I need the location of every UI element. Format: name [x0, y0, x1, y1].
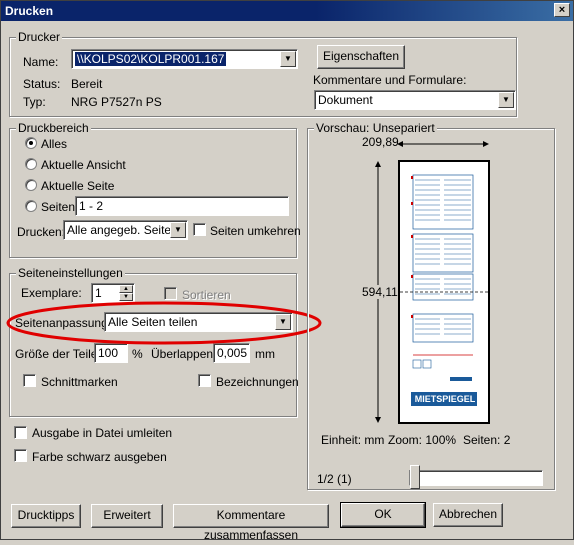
- labels-label: Bezeichnungen: [216, 375, 299, 389]
- print-to-file-checkbox[interactable]: [14, 426, 27, 439]
- annotation-ellipse: [6, 301, 322, 345]
- copies-label: Exemplare:: [21, 286, 82, 300]
- type-value: NRG P7527n PS: [71, 95, 162, 109]
- page-indicator: 1/2 (1): [317, 472, 352, 486]
- tile-size-label: Größe der Teile:: [15, 347, 101, 361]
- chevron-down-icon[interactable]: ▼: [280, 51, 296, 67]
- printer-name-value: \\KOLPS02\KOLPR001.167: [75, 52, 227, 66]
- preview-unit: Einheit: mm: [321, 433, 385, 447]
- advanced-button[interactable]: Erweitert: [91, 504, 163, 528]
- reverse-pages-checkbox[interactable]: [193, 223, 206, 236]
- preview-pages: Seiten: 2: [463, 433, 511, 447]
- printer-name-label: Name:: [23, 55, 59, 69]
- summarize-comments-button[interactable]: Kommentare zusammenfassen: [173, 504, 329, 542]
- preview-legend: Vorschau: Unsepariert: [314, 121, 437, 135]
- pages-value: 1 - 2: [79, 199, 104, 213]
- overlap-label: Überlappen:: [151, 347, 217, 361]
- print-subset-select[interactable]: Alle angegeb. Seiten ▼: [63, 220, 188, 240]
- print-dialog: Drucken × Drucker Name: \\KOLPS02\KOLPR0…: [0, 0, 574, 542]
- close-icon: ×: [558, 4, 566, 16]
- preview-zoom: Zoom: 100%: [388, 433, 457, 447]
- radio-all[interactable]: [25, 137, 37, 149]
- printer-legend: Drucker: [16, 30, 63, 44]
- page-settings-legend: Seiteneinstellungen: [16, 266, 125, 280]
- pages-input[interactable]: 1 - 2: [75, 196, 289, 216]
- radio-pages[interactable]: [25, 200, 37, 212]
- properties-button[interactable]: Eigenschaften: [317, 45, 405, 69]
- chevron-down-icon[interactable]: ▼: [498, 92, 514, 108]
- overlap-unit: mm: [255, 347, 275, 361]
- type-label: Typ:: [23, 95, 46, 109]
- window-title: Drucken: [5, 4, 54, 18]
- overlap-value: 0,005: [217, 346, 248, 360]
- page-slider-track[interactable]: [409, 470, 543, 486]
- page-slider-thumb[interactable]: [410, 465, 420, 489]
- print-range-legend: Druckbereich: [16, 121, 91, 135]
- print-label: Drucken:: [17, 225, 66, 239]
- printer-name-select[interactable]: \\KOLPS02\KOLPR001.167 ▼: [71, 49, 298, 69]
- cut-marks-label: Schnittmarken: [41, 375, 118, 389]
- chevron-down-icon[interactable]: ▼: [170, 222, 186, 238]
- print-subset-value: Alle angegeb. Seiten: [67, 223, 178, 237]
- reverse-pages-label: Seiten umkehren: [210, 224, 301, 238]
- radio-current-view[interactable]: [25, 158, 37, 170]
- print-to-file-label: Ausgabe in Datei umleiten: [32, 426, 173, 440]
- comments-value: Dokument: [318, 93, 373, 107]
- tile-size-value: 100: [98, 346, 119, 360]
- preview-page: MIETSPIEGEL: [398, 160, 490, 424]
- close-button[interactable]: ×: [554, 3, 570, 17]
- preview-width: 209,89: [362, 135, 399, 149]
- labels-checkbox[interactable]: [198, 374, 211, 387]
- comments-label: Kommentare und Formulare:: [313, 73, 467, 87]
- preview-page-content: [400, 174, 488, 406]
- status-value: Bereit: [71, 77, 103, 91]
- cancel-button[interactable]: Abbrechen: [433, 503, 503, 527]
- radio-current-view-label: Aktuelle Ansicht: [41, 158, 126, 172]
- radio-current-page[interactable]: [25, 179, 37, 191]
- print-black-label: Farbe schwarz ausgeben: [32, 450, 167, 464]
- width-dimension-arrow: [397, 141, 489, 147]
- radio-all-label: Alles: [41, 137, 68, 151]
- title-bar: Drucken ×: [1, 1, 573, 21]
- preview-height: 594,11: [362, 285, 398, 299]
- cut-marks-checkbox[interactable]: [23, 374, 36, 387]
- print-black-checkbox[interactable]: [14, 449, 27, 462]
- ok-button[interactable]: OK: [340, 502, 426, 528]
- spin-up-icon[interactable]: ▲: [119, 285, 133, 293]
- radio-current-page-label: Aktuelle Seite: [41, 179, 115, 193]
- copies-value: 1: [95, 286, 102, 300]
- print-tips-button[interactable]: Drucktipps: [11, 504, 81, 528]
- preview-logo-text: MIETSPIEGEL: [414, 394, 476, 404]
- status-label: Status:: [23, 77, 61, 91]
- tile-size-unit: %: [132, 347, 143, 361]
- comments-select[interactable]: Dokument ▼: [314, 90, 516, 110]
- radio-pages-label: Seiten: [41, 200, 76, 214]
